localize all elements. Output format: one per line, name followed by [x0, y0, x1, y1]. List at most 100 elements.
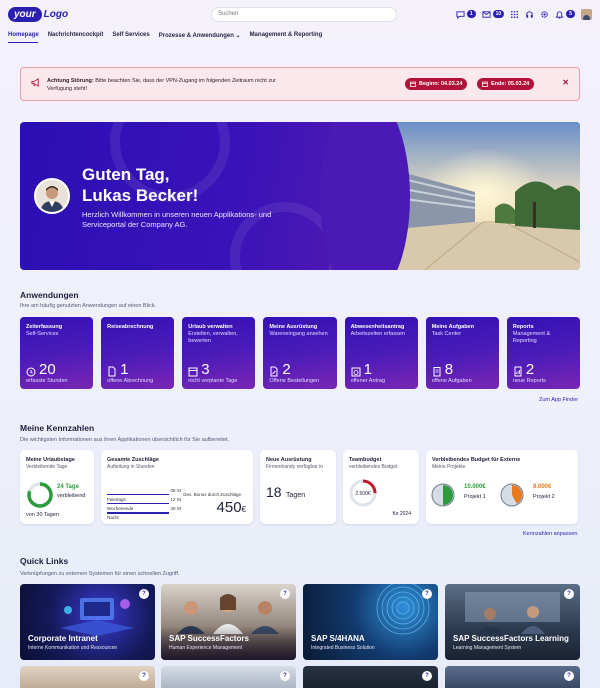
card-subtitle: Aufteilung in Stunden [107, 464, 155, 470]
quicklink-title: SAP S/4HANA [311, 634, 365, 643]
quicklink-sap-s4hana[interactable]: ? SAP S/4HANA Integrated Business Soluti… [303, 584, 438, 660]
help-icon[interactable]: ? [422, 589, 432, 599]
card-title: Meine Urlaubstage [26, 457, 75, 463]
app-tile-reports[interactable]: Reports Management & Reporting 2 neue Re… [506, 317, 580, 389]
help-icon[interactable]: ? [564, 589, 574, 599]
chat-icon [456, 10, 465, 19]
kpi-customize-link[interactable]: Kennzahlen anpassen [523, 531, 577, 537]
app-tile-subtitle: Arbeitszeiten erfassen [350, 331, 405, 337]
zuschlag-value: 12 St [170, 497, 181, 502]
quicklink-sap-successfactors[interactable]: ? SAP SuccessFactors Human Experience Ma… [161, 584, 296, 660]
app-tile-zeiterfassung[interactable]: Zeiterfassung Self-Services 20 erfasste … [20, 317, 94, 389]
kpi-card-urlaub[interactable]: Meine Urlaubstage Verbleibende Tage 24 T… [20, 450, 94, 524]
quicklink-subtitle: Learning Management System [453, 645, 522, 651]
quicklink-row2-2[interactable]: ? [161, 666, 296, 688]
zuschlag-row: Feiertags 08 St [107, 488, 181, 502]
calendar-icon [410, 81, 416, 87]
card-subtitle: Verbleibende Tage [26, 464, 68, 470]
alert-message: Achtung Störung: Bitte beachten Sie, das… [47, 77, 297, 93]
calendar-icon [188, 367, 198, 377]
support-button[interactable] [525, 10, 534, 19]
nav-self-services[interactable]: Self Services [112, 32, 149, 42]
close-icon[interactable]: ✕ [562, 78, 569, 87]
clock-icon [26, 367, 36, 377]
nav-nachrichtencockpit[interactable]: Nachrichtencockpit [48, 32, 104, 42]
alert-end: Ende: 05.03.24 [491, 81, 530, 87]
card-title: Gesamte Zuschläge [107, 457, 159, 463]
teambudget-footer: für 2024 [392, 511, 411, 517]
hero-title-line1: Guten Tag, [82, 165, 170, 184]
document-icon [108, 366, 116, 377]
app-finder-link[interactable]: Zum App Finder [539, 397, 578, 403]
notifications-button[interactable]: 5 [555, 10, 575, 19]
nav-management-reporting[interactable]: Management & Reporting [250, 32, 323, 42]
main-nav: Homepage Nachrichtencockpit Self Service… [8, 32, 322, 42]
kpi-card-teambudget[interactable]: Teambudget verbleibendes Budget 2.500€ f… [343, 450, 419, 524]
company-logo[interactable]: your Logo [8, 6, 68, 22]
chat-badge: 1 [466, 10, 476, 18]
user-avatar[interactable] [581, 8, 592, 20]
kpi-card-budget-externe[interactable]: Verbleibendes Budget für Externe Meine P… [426, 450, 578, 524]
quicklink-row2-1[interactable]: ? [20, 666, 155, 688]
ausruestung-count: 18 Tagen [266, 484, 305, 502]
quicklink-row2-3[interactable]: ? [303, 666, 438, 688]
project1-amount: 10.000€ [464, 484, 486, 490]
quicklink-subtitle: Human Experience Management [169, 645, 243, 651]
app-tile-urlaub[interactable]: Urlaub verwalten Erstellen, verwalten, b… [182, 317, 256, 389]
mail-button[interactable]: 10 [482, 10, 505, 19]
app-tile-count: 2 [513, 361, 535, 378]
quicklink-row2-4[interactable]: ? [445, 666, 580, 688]
app-tile-title: Reiseabrechnung [107, 324, 154, 330]
megaphone-icon [31, 78, 39, 87]
kpi-card-zuschlaege[interactable]: Gesamte Zuschläge Aufteilung in Stunden … [101, 450, 253, 524]
urlaub-donut [27, 482, 53, 508]
help-icon[interactable]: ? [280, 671, 290, 681]
nav-prozesse-anwendungen[interactable]: Prozesse & Anwendungen ⌄ [159, 32, 241, 42]
top-bar: your Logo Suchen 1 10 5 [0, 0, 600, 28]
zuschlag-label: Nacht [107, 515, 119, 520]
alert-label: Achtung Störung: [47, 78, 94, 84]
quicklink-sap-learning[interactable]: ? SAP SuccessFactors Learning Learning M… [445, 584, 580, 660]
teambudget-value: 2.500€ [355, 491, 371, 497]
app-tile-footer: offene Abrechnung [107, 378, 154, 384]
urlaub-footer: von 30 Tagen [26, 512, 59, 518]
apps-section-subtitle: Ihre am häufig genutzten Anwendungen auf… [20, 303, 157, 309]
app-tile-title: Reports [512, 324, 534, 330]
quicklink-corporate-intranet[interactable]: ? Corporate Intranet Interne Kommunikati… [20, 584, 155, 660]
headset-icon [526, 10, 533, 18]
card-title: Neue Ausrüstung [266, 457, 312, 463]
chat-button[interactable]: 1 [456, 10, 476, 19]
app-tile-number: 20 [39, 361, 56, 378]
app-tile-aufgaben[interactable]: Meine Aufgaben Task Center 8 offene Aufg… [425, 317, 499, 389]
help-icon[interactable]: ? [139, 671, 149, 681]
urlaub-value: 24 Tage [57, 484, 79, 490]
bonus-amount: 450€ [217, 499, 246, 517]
hero-title-line2: Lukas Becker! [82, 186, 199, 205]
app-tiles: Zeiterfassung Self-Services 20 erfasste … [20, 317, 580, 389]
hero-subtitle: Herzlich Willkommen in unseren neuen App… [82, 210, 272, 229]
quicklink-subtitle: Integrated Business Solution [311, 645, 375, 651]
help-icon[interactable]: ? [139, 589, 149, 599]
project1-name: Projekt 1 [464, 494, 486, 500]
settings-button[interactable] [540, 10, 549, 19]
help-icon[interactable]: ? [422, 671, 432, 681]
app-tile-footer: Offene Bestellungen [269, 378, 320, 384]
app-tile-title: Urlaub verwalten [188, 324, 233, 330]
project2-amount: 8.000€ [533, 484, 552, 490]
search-input[interactable]: Suchen [211, 7, 397, 22]
kpi-card-ausruestung[interactable]: Neue Ausrüstung Firmenhandy verfügbar in… [260, 450, 336, 524]
apps-section-title: Anwendungen [20, 290, 79, 300]
app-tile-ausruestung[interactable]: Meine Ausrüstung Wareneingang ansehen 2 … [263, 317, 337, 389]
help-icon[interactable]: ? [564, 671, 574, 681]
app-tile-number: 2 [525, 361, 535, 378]
app-tile-abwesenheitsantrag[interactable]: Abwesenheitsantrag Arbeitszeiten erfasse… [344, 317, 418, 389]
apps-grid-button[interactable] [510, 10, 519, 19]
bonus-value: 450 [216, 499, 242, 516]
nav-homepage[interactable]: Homepage [8, 32, 39, 42]
app-tile-footer: nicht verplante Tage [188, 378, 238, 384]
help-icon[interactable]: ? [280, 589, 290, 599]
app-tile-reiseabrechnung[interactable]: Reiseabrechnung 1 offene Abrechnung [101, 317, 175, 389]
zuschlag-bar [107, 512, 169, 514]
gear-icon [541, 10, 549, 18]
person-portrait [36, 180, 68, 212]
